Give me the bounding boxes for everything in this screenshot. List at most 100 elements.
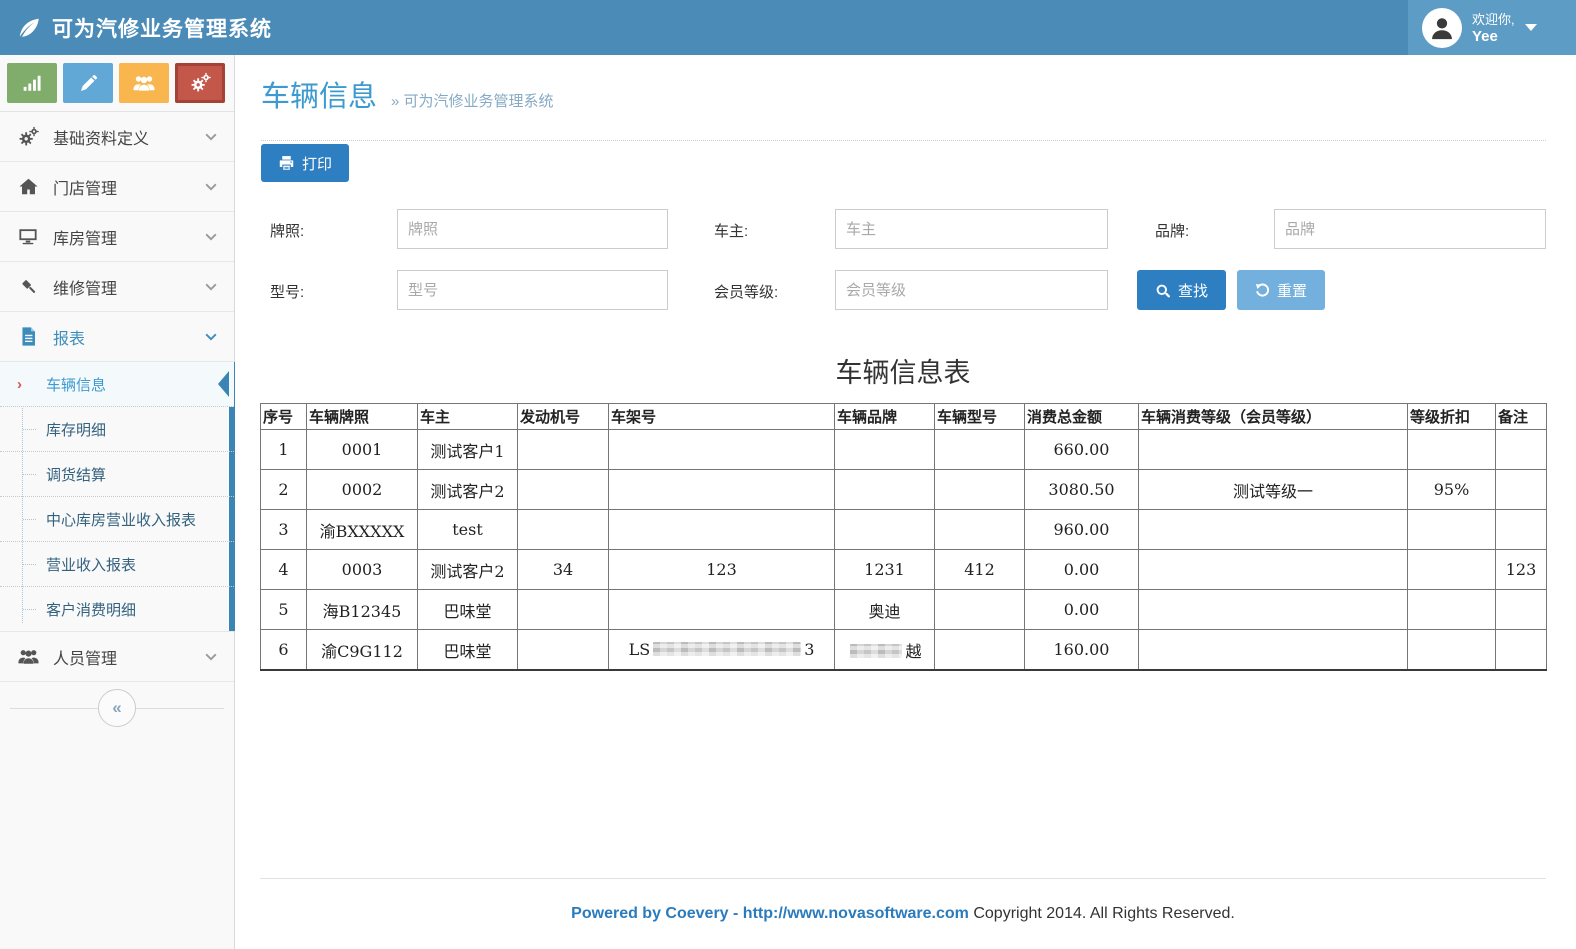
sidebar-collapse-row: « — [0, 686, 234, 730]
table-cell — [1139, 550, 1408, 590]
user-menu[interactable]: 欢迎你, Yee — [1408, 0, 1576, 55]
table-cell — [935, 510, 1025, 550]
table-cell: 海B12345 — [307, 590, 418, 630]
member-level-label: 会员等级: — [714, 281, 778, 302]
submenu-item-revenue-report[interactable]: 营业收入报表 — [0, 542, 234, 587]
reset-button-label: 重置 — [1277, 280, 1307, 301]
monitor-icon — [16, 227, 40, 246]
table-cell — [1139, 510, 1408, 550]
table-cell — [1496, 630, 1547, 671]
submenu-item-customer-consumption[interactable]: 客户消费明细 — [0, 587, 234, 631]
table-header-row: 序号车辆牌照车主发动机号车架号车辆品牌车辆型号消费总金额车辆消费等级（会员等级）… — [261, 404, 1547, 430]
table-cell — [518, 430, 609, 470]
table-cell — [609, 470, 835, 510]
sidebar-item-label: 人员管理 — [53, 645, 204, 669]
page-title: 车辆信息 — [261, 73, 377, 115]
undo-icon — [1255, 282, 1270, 299]
table-cell — [518, 630, 609, 671]
submenu-item-label: 车辆信息 — [46, 374, 106, 395]
submenu-item-central-warehouse-revenue[interactable]: 中心库房营业收入报表 — [0, 497, 234, 542]
submenu-item-label: 营业收入报表 — [46, 554, 136, 575]
submenu-item-transfer-settlement[interactable]: 调货结算 — [0, 452, 234, 497]
table-cell: 测试客户2 — [418, 470, 518, 510]
column-header: 发动机号 — [518, 404, 609, 430]
main-content: 车辆信息 » 可为汽修业务管理系统 打印 牌照: 车主: 品牌: 型号: 会员等… — [235, 55, 1576, 949]
active-bullet-icon: › — [17, 376, 22, 393]
submenu-item-label: 中心库房营业收入报表 — [46, 509, 196, 530]
column-header: 车辆型号 — [935, 404, 1025, 430]
powered-by-link[interactable]: Powered by Coevery - http://www.novasoft… — [571, 905, 969, 922]
table-cell: 巴味堂 — [418, 630, 518, 671]
table-cell — [935, 630, 1025, 671]
submenu-item-label: 调货结算 — [46, 464, 106, 485]
users-shortcut-button[interactable] — [119, 63, 169, 103]
sidebar-item-base-data[interactable]: 基础资料定义 — [0, 112, 234, 162]
table-cell — [1139, 630, 1408, 671]
sidebar-item-repair-management[interactable]: 维修管理 — [0, 262, 234, 312]
print-button[interactable]: 打印 — [261, 144, 349, 182]
gavel-icon — [16, 276, 40, 297]
table-cell: 越 — [835, 630, 935, 671]
report-title: 车辆信息表 — [260, 351, 1546, 390]
table-row: 20002测试客户23080.50测试等级一95% — [261, 470, 1547, 510]
table-cell — [1408, 590, 1496, 630]
breadcrumb-trail: » 可为汽修业务管理系统 — [391, 90, 554, 111]
top-header: 可为汽修业务管理系统 欢迎你, Yee — [0, 0, 1576, 55]
sidebar-collapse-button[interactable]: « — [98, 689, 136, 727]
pixelated-mask — [850, 644, 902, 658]
reset-button[interactable]: 重置 — [1237, 270, 1325, 310]
model-label: 型号: — [270, 281, 304, 302]
model-input[interactable] — [397, 270, 668, 310]
sidebar-item-warehouse-management[interactable]: 库房管理 — [0, 212, 234, 262]
submenu-item-label: 客户消费明细 — [46, 599, 136, 620]
table-cell — [935, 430, 1025, 470]
app-title: 可为汽修业务管理系统 — [52, 13, 272, 43]
plate-label: 牌照: — [270, 220, 304, 241]
leaf-logo-icon — [16, 15, 42, 41]
collapse-icon: « — [112, 698, 121, 718]
brand-input[interactable] — [1274, 209, 1546, 249]
users-icon — [16, 647, 40, 666]
vehicle-table: 序号车辆牌照车主发动机号车架号车辆品牌车辆型号消费总金额车辆消费等级（会员等级）… — [260, 403, 1547, 671]
submenu-item-label: 库存明细 — [46, 419, 106, 440]
search-button[interactable]: 查找 — [1137, 270, 1226, 310]
username: Yee — [1472, 28, 1515, 45]
chevron-down-icon — [204, 328, 218, 346]
sidebar-item-label: 基础资料定义 — [53, 125, 204, 149]
table-cell: 0002 — [307, 470, 418, 510]
sidebar-item-store-management[interactable]: 门店管理 — [0, 162, 234, 212]
table-cell: test — [418, 510, 518, 550]
table-cell: 6 — [261, 630, 307, 671]
table-cell — [1139, 430, 1408, 470]
table-cell: 0001 — [307, 430, 418, 470]
member-level-input[interactable] — [835, 270, 1108, 310]
divider — [261, 140, 1546, 141]
sidebar-item-reports[interactable]: 报表 — [0, 312, 234, 362]
table-row: 6渝C9G112巴味堂LS3越160.00 — [261, 630, 1547, 671]
table-cell: 奥迪 — [835, 590, 935, 630]
table-cell: 0.00 — [1025, 550, 1139, 590]
users-icon — [132, 73, 156, 93]
sidebar-item-personnel-management[interactable]: 人员管理 — [0, 632, 234, 682]
edit-shortcut-button[interactable] — [63, 63, 113, 103]
owner-input[interactable] — [835, 209, 1108, 249]
submenu-item-vehicle-info[interactable]: › 车辆信息 — [0, 362, 234, 407]
brand-label: 品牌: — [1155, 220, 1189, 241]
table-cell — [1496, 510, 1547, 550]
table-cell: 123 — [1496, 550, 1547, 590]
sidebar: 基础资料定义 门店管理 库房管理 维修管理 报表 › 车辆信息 — [0, 55, 235, 949]
avatar[interactable] — [1422, 8, 1462, 48]
table-row: 10001测试客户1660.00 — [261, 430, 1547, 470]
table-cell — [935, 590, 1025, 630]
table-cell: 渝C9G112 — [307, 630, 418, 671]
plate-input[interactable] — [397, 209, 668, 249]
chevron-down-icon — [1525, 24, 1537, 37]
active-arrow-icon — [218, 371, 229, 397]
column-header: 车主 — [418, 404, 518, 430]
table-cell: 渝BXXXXX — [307, 510, 418, 550]
settings-shortcut-button[interactable] — [175, 63, 225, 103]
table-cell: 0003 — [307, 550, 418, 590]
sidebar-item-label: 维修管理 — [53, 275, 204, 299]
chart-shortcut-button[interactable] — [7, 63, 57, 103]
submenu-item-inventory-detail[interactable]: 库存明细 — [0, 407, 234, 452]
